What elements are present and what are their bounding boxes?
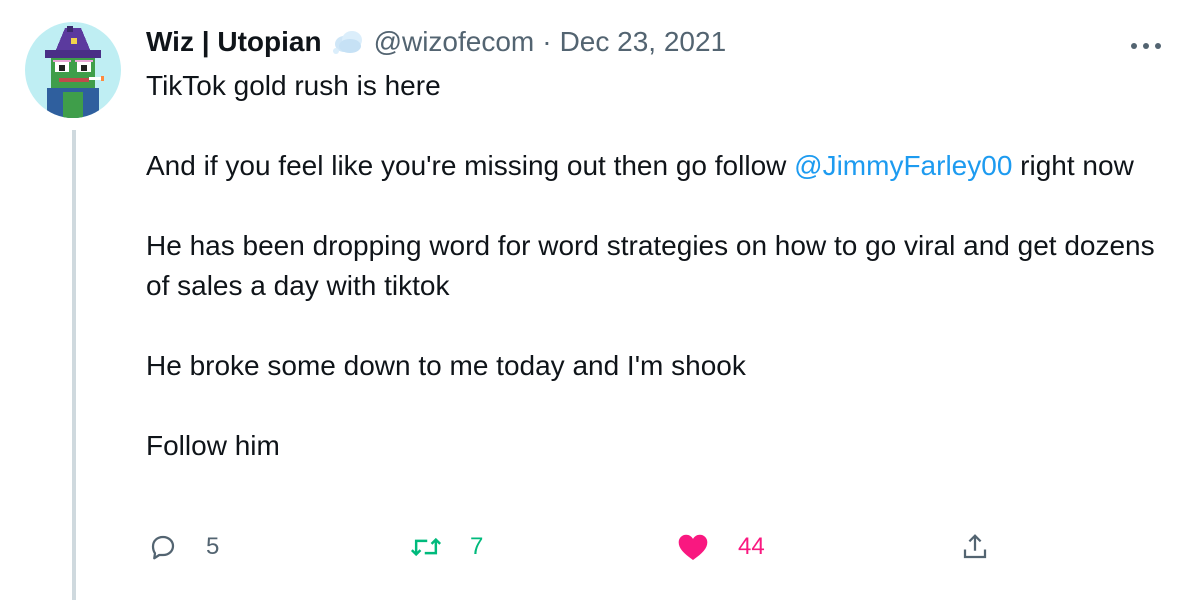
tweet-date[interactable]: Dec 23, 2021	[560, 26, 727, 58]
header-separator: ·	[542, 26, 552, 57]
avatar[interactable]	[25, 22, 121, 118]
tweet-paragraph: TikTok gold rush is here	[146, 70, 441, 101]
reply-button[interactable]: 5	[148, 532, 219, 562]
tweet-paragraph: He broke some down to me today and I'm s…	[146, 350, 746, 381]
mention-link[interactable]: @JimmyFarley00	[794, 150, 1012, 181]
heart-icon	[676, 532, 710, 562]
thread-line	[72, 130, 76, 600]
tweet-text-segment: And if you feel like you're missing out …	[146, 150, 795, 181]
action-bar: 5 7 44	[0, 532, 1190, 572]
reply-icon	[148, 532, 178, 562]
cloud-badge-icon	[332, 29, 364, 55]
tweet-text: TikTok gold rush is here And if you feel…	[146, 66, 1156, 466]
pixel-wizard-avatar-icon	[45, 26, 104, 118]
tweet-header: Wiz | Utopian @wizofecom · Dec 23, 2021	[146, 22, 726, 62]
tweet-paragraph: Follow him	[146, 430, 280, 461]
more-icon[interactable]	[1130, 24, 1162, 58]
author-name[interactable]: Wiz | Utopian	[146, 26, 322, 58]
retweet-icon	[410, 532, 442, 562]
share-button[interactable]	[960, 532, 990, 562]
retweet-button[interactable]: 7	[410, 532, 483, 562]
like-button[interactable]: 44	[676, 532, 765, 562]
like-count: 44	[738, 533, 765, 560]
share-icon	[960, 532, 990, 562]
tweet-text-segment: right now	[1012, 150, 1134, 181]
author-handle[interactable]: @wizofecom	[374, 26, 535, 58]
tweet-paragraph: He has been dropping word for word strat…	[146, 230, 1155, 301]
tweet-paragraph: And if you feel like you're missing out …	[146, 146, 1156, 186]
reply-count: 5	[206, 533, 220, 560]
retweet-count: 7	[470, 533, 484, 560]
